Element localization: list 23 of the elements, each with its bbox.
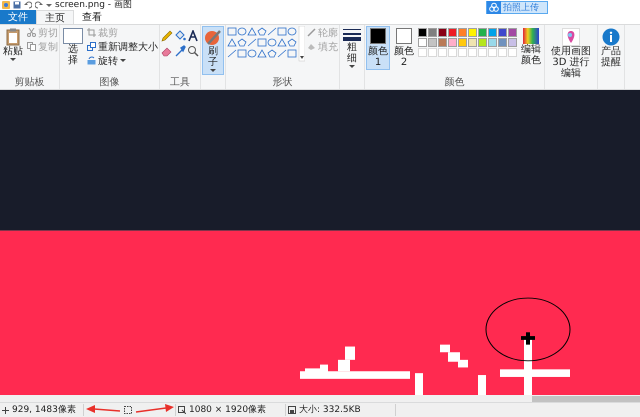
ribbon-tab[interactable]: 查看 — [74, 10, 110, 24]
group-label: 图像 — [98, 77, 120, 89]
group-label: 工具 — [169, 77, 191, 89]
brush-button[interactable]: 刷子 — [202, 26, 224, 75]
canvas-size: 1080 × 1920像素 — [189, 404, 266, 416]
color-slot-button[interactable]: 颜色 1 — [366, 26, 390, 70]
resize-button[interactable]: 重新调整大小 — [87, 40, 158, 53]
ribbon-tab[interactable]: 主页 — [36, 10, 74, 24]
select-button[interactable]: 选择 — [61, 26, 85, 68]
color-slot-button[interactable]: 颜色 2 — [392, 26, 416, 70]
group-label: 颜色 — [444, 77, 466, 89]
thickness-button[interactable]: 粗细 — [341, 26, 363, 71]
file-size: 大小: 332.5KB — [299, 404, 361, 416]
paint3d-button[interactable]: 使用画图 3D 进行编辑 — [546, 26, 596, 81]
paste-button[interactable]: 粘贴 — [1, 26, 25, 64]
product-alert-button[interactable]: 产品提醒 — [599, 26, 623, 70]
group-label: 剪贴板 — [14, 77, 46, 89]
group-label: 形状 — [272, 77, 294, 89]
rotate-button[interactable]: 旋转 — [87, 54, 158, 67]
edit-colors-button[interactable]: 编辑颜色 — [519, 26, 543, 68]
file-menu-tab[interactable]: 文件 — [0, 10, 36, 24]
window-title: screen.png - 画图 — [55, 0, 132, 10]
cursor-position: 929, 1483像素 — [12, 404, 76, 416]
